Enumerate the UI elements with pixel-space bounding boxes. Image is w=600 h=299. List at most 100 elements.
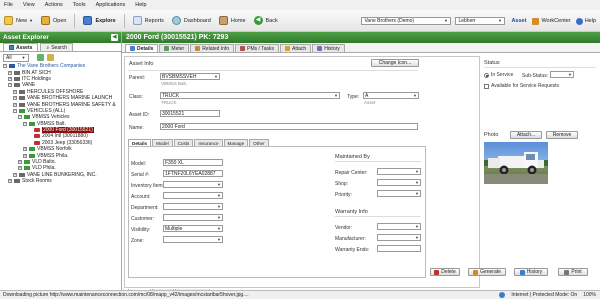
class-description: TRUCK: [161, 100, 177, 105]
parent-field[interactable]: BVSBMSSVEH ▼: [160, 73, 220, 80]
asset-id-field[interactable]: 30015521: [160, 110, 220, 117]
subtab-costs[interactable]: Costs: [173, 139, 194, 146]
reports-button[interactable]: Reports: [132, 16, 164, 25]
subtab-other[interactable]: Other: [249, 139, 269, 146]
chevron-down-icon: ▼: [217, 204, 221, 209]
help-link[interactable]: Help: [585, 18, 596, 24]
expand-toggle-icon[interactable]: +: [18, 160, 22, 165]
history-button[interactable]: History: [514, 268, 548, 276]
filter-select[interactable]: All ▼: [3, 53, 29, 62]
menu-actions[interactable]: Actions: [45, 2, 63, 8]
menu-help[interactable]: Help: [135, 2, 146, 8]
refresh-icon[interactable]: [37, 54, 44, 61]
expand-toggle-icon[interactable]: +: [13, 96, 17, 101]
zone-field[interactable]: ▼: [163, 236, 223, 243]
tree-item[interactable]: + Stock Rooms: [3, 178, 121, 184]
priority-field[interactable]: ▼: [377, 190, 421, 197]
name-field[interactable]: 2000 Ford: [160, 123, 418, 130]
expand-toggle-icon[interactable]: +: [13, 102, 17, 107]
dashboard-button[interactable]: Dashboard: [171, 16, 211, 25]
toolbar-separator: [123, 13, 125, 28]
expand-toggle-icon[interactable]: −: [13, 108, 17, 113]
customer-field[interactable]: ▼: [163, 214, 223, 221]
vendor-field[interactable]: ▼: [377, 223, 421, 230]
expand-toggle-icon[interactable]: +: [23, 153, 27, 158]
open-button[interactable]: Open: [40, 16, 66, 25]
expand-toggle-icon[interactable]: +: [8, 70, 12, 75]
expand-toggle-icon[interactable]: +: [18, 166, 22, 171]
sub-status-field[interactable]: ▼: [550, 71, 574, 78]
zoom-level[interactable]: 100%: [583, 292, 596, 298]
available-checkbox[interactable]: [484, 83, 489, 89]
subtab-manage[interactable]: Manage: [223, 139, 249, 146]
tab-details[interactable]: Details: [125, 44, 159, 52]
expand-toggle-icon[interactable]: −: [18, 115, 22, 120]
in-service-option[interactable]: In Service: [484, 72, 513, 78]
tree-item-label: BIN AT SICH: [22, 69, 51, 76]
expand-toggle-icon[interactable]: +: [8, 76, 12, 81]
in-service-radio[interactable]: [484, 72, 489, 78]
expand-toggle-icon[interactable]: +: [13, 172, 17, 177]
inventory-field[interactable]: ▼: [163, 181, 223, 188]
filter-icon[interactable]: [47, 54, 54, 61]
repair-center-field[interactable]: ▼: [377, 168, 421, 175]
home-button[interactable]: Home: [218, 16, 246, 25]
tab-history[interactable]: History: [312, 44, 345, 52]
expand-toggle-icon[interactable]: +: [23, 147, 27, 152]
account-field[interactable]: ▼: [163, 192, 223, 199]
generate-button[interactable]: Generate: [468, 268, 506, 276]
expand-toggle-icon[interactable]: +: [13, 89, 17, 94]
back-button[interactable]: ◀ Back: [253, 16, 278, 25]
model-field[interactable]: F350 XL: [163, 159, 223, 166]
expand-toggle-icon[interactable]: −: [23, 121, 27, 126]
class-field[interactable]: TRUCK ▼: [160, 92, 340, 99]
vehicle-icon: [34, 128, 40, 133]
company-select[interactable]: Vane Brothers (Demo) ▼: [361, 17, 452, 25]
menu-file[interactable]: File: [4, 2, 13, 8]
parent-description: VBMSS Balt.: [161, 81, 188, 86]
visibility-field[interactable]: Multiple ▼: [163, 225, 223, 232]
menu-tools[interactable]: Tools: [73, 2, 86, 8]
menu-applications[interactable]: Applications: [96, 2, 126, 8]
asset-link[interactable]: Asset: [511, 18, 526, 24]
new-button[interactable]: New ▼: [4, 16, 33, 25]
name-label: Name:: [129, 125, 144, 131]
collapse-icon[interactable]: ◀: [111, 34, 118, 41]
chevron-down-icon: ▼: [217, 226, 221, 231]
expand-toggle-icon[interactable]: −: [3, 64, 7, 69]
expand-toggle-icon[interactable]: +: [8, 179, 12, 184]
inventory-label: Inventory Item:: [131, 183, 165, 189]
tab-pms-tasks[interactable]: PMs / Tasks: [235, 44, 280, 52]
menu-view[interactable]: View: [23, 2, 35, 8]
type-field[interactable]: A ▼: [363, 92, 419, 99]
user-select[interactable]: Lebherr ▼: [455, 17, 506, 25]
workcenter-link[interactable]: WorkCenter: [541, 18, 570, 24]
tab-assets[interactable]: Assets: [3, 43, 39, 51]
expand-toggle-icon[interactable]: −: [8, 83, 12, 88]
chevron-down-icon: ▼: [443, 18, 448, 23]
tree-item-label: HERCULES OFFSHORE: [27, 88, 84, 95]
attach-photo-button[interactable]: Attach...: [510, 131, 542, 139]
remove-photo-button[interactable]: Remove: [546, 131, 578, 139]
reports-icon: [132, 16, 142, 25]
manufacturer-field[interactable]: ▼: [377, 234, 421, 241]
type-label: Type:: [347, 94, 360, 100]
change-icon-button[interactable]: Change Icon...: [371, 59, 419, 67]
tab-attach[interactable]: Attach: [280, 44, 312, 52]
divider: [335, 216, 421, 217]
subtab-model[interactable]: Model: [152, 139, 173, 146]
tab-search[interactable]: ⌕ Search: [40, 43, 74, 51]
tab-meter[interactable]: Meter: [159, 44, 190, 52]
print-button[interactable]: Print: [558, 268, 588, 276]
explore-button[interactable]: Explore: [83, 16, 116, 25]
tab-related-info[interactable]: Related Info: [190, 44, 235, 52]
tree-item-label: VANE BROTHERS MARINE LAUNCH: [27, 95, 113, 102]
available-option[interactable]: Available for Service Requests: [484, 83, 559, 89]
delete-button[interactable]: Delete: [430, 268, 460, 276]
subtab-insurance[interactable]: Insurance: [194, 139, 223, 146]
shop-field[interactable]: ▼: [377, 179, 421, 186]
department-field[interactable]: ▼: [163, 203, 223, 210]
warranty-ends-field[interactable]: [377, 245, 421, 252]
subtab-details[interactable]: Details: [128, 139, 152, 146]
serial-field[interactable]: 1FTNF20L6YEA02887: [163, 170, 223, 177]
